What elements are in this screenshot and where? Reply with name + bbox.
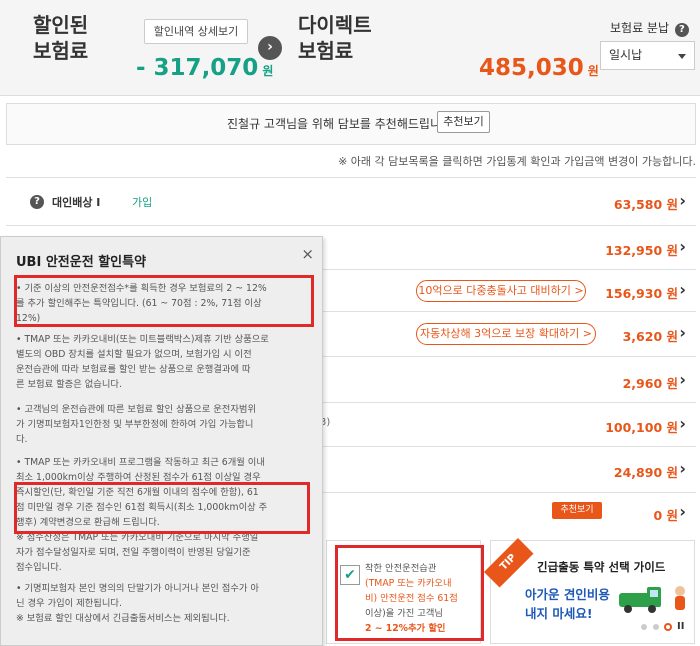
recommend-button[interactable]: 추천보기 — [437, 111, 490, 133]
popup-paragraph: • TMAP 또는 카카오내비(또는 미트블랙박스)제휴 기반 상품으로 별도의… — [16, 332, 312, 392]
arrow-right-icon: › — [258, 36, 282, 60]
chevron-right-icon: › — [679, 323, 686, 342]
popup-line: 가 기명피보험자1인한정 및 부부한정에 한하여 가입 가능합니 — [16, 419, 254, 430]
carousel-dot-active[interactable] — [664, 623, 672, 631]
recommend-pill[interactable]: 10억으로 다중충돌사고 대비하기 > — [416, 280, 586, 302]
popup-line: 닌 경우 가입이 제한됩니다. — [16, 598, 122, 609]
popup-line: 점수입니다. — [16, 562, 62, 573]
carousel-dot[interactable] — [653, 624, 659, 630]
coverage-price: 100,100 원 — [605, 420, 678, 435]
discount-amount-unit: 원 — [262, 64, 274, 78]
highlight-box — [14, 482, 310, 534]
coverage-price: 132,950 원 — [605, 243, 678, 258]
guide-title: 긴급출동 특약 선택 가이드 — [537, 560, 666, 574]
payment-label-text: 보험료 분납 — [610, 21, 670, 35]
guide-promo-line1: 아가운 견인비용 — [525, 587, 610, 602]
popup-line: 른 보험료 할증은 없습니다. — [16, 379, 122, 390]
close-icon[interactable]: × — [301, 245, 314, 263]
payment-label: 보험료 분납 ? — [610, 19, 689, 37]
highlight-box — [335, 545, 484, 641]
popup-line: ※ 보험료 할인 대상에서 긴급출동서비스는 제외됩니다. — [16, 613, 230, 624]
help-icon[interactable]: ? — [674, 23, 689, 37]
direct-premium-label: 다이렉트 보험료 — [298, 12, 372, 64]
popup-line: • 기명피보험자 본인 명의의 단말기가 아니거나 본인 점수가 아 — [16, 583, 259, 594]
popup-line: 운전습관에 따라 보험료를 할인 받는 상품으로 운행결과에 따 — [16, 364, 251, 375]
recommend-bar: 진철규 고객님을 위해 담보를 추천해드립니다. — [6, 103, 696, 145]
chevron-right-icon: › — [679, 459, 686, 478]
chevron-right-icon: › — [679, 280, 686, 299]
carousel-dot[interactable] — [641, 624, 647, 630]
popup-line: • TMAP 또는 카카오내비 프로그램을 작동하고 최근 6개월 이내 — [16, 457, 265, 468]
discount-label-line2: 보험료 — [33, 39, 89, 63]
payment-selected-value: 일시납 — [609, 48, 643, 62]
direct-amount-value: 485,030 — [479, 55, 584, 81]
popup-paragraph: • 기명피보험자 본인 명의의 단말기가 아니거나 본인 점수가 아 닌 경우 … — [16, 581, 312, 626]
popup-paragraph: • 고객님의 운전습관에 따른 보험료 할인 상품으로 운전자범위 가 기명피보… — [16, 402, 312, 447]
tow-truck-icon — [619, 587, 661, 613]
help-icon[interactable]: ? — [30, 195, 44, 209]
coverage-name: 대인배상 I — [52, 196, 101, 209]
popup-line: • 고객님의 운전습관에 따른 보험료 할인 상품으로 운전자범위 — [16, 404, 256, 415]
coverage-price: 24,890 원 — [613, 465, 678, 480]
guide-promo: 아가운 견인비용 내지 마세요! — [525, 584, 610, 622]
discount-amount-value: - 317,070 — [136, 55, 259, 81]
highlight-box — [14, 275, 314, 327]
coverage-price: 2,960 원 — [622, 376, 678, 391]
direct-label-line2: 보험료 — [298, 39, 354, 63]
discount-label-line1: 할인된 — [33, 13, 89, 37]
recommend-pill[interactable]: 자동차상해 3억으로 보장 확대하기 > — [416, 323, 596, 345]
coverage-price: 63,580 원 — [613, 197, 678, 212]
payment-select[interactable]: 일시납 — [600, 41, 695, 70]
direct-amount-unit: 원 — [587, 64, 599, 78]
recommend-view-button[interactable]: 추천보기 — [552, 502, 602, 519]
chevron-down-icon — [678, 54, 686, 59]
pause-icon[interactable]: II — [677, 621, 684, 632]
popup-line: 별도의 OBD 장치를 설치할 필요가 없으며, 보험가입 시 이전 — [16, 349, 252, 360]
discount-detail-button[interactable]: 할인내역 상세보기 — [144, 19, 248, 44]
coverage-note: ※ 아래 각 담보목록을 클릭하면 가입통계 확인과 가입금액 변경이 가능합니… — [338, 155, 696, 168]
popup-line: • TMAP 또는 카카오내비(또는 미트블랙박스)제휴 기반 상품으로 — [16, 334, 269, 345]
discount-amount: - 317,070 원 — [136, 55, 273, 81]
coverage-price: 0 원 — [653, 508, 678, 523]
guide-promo-line2: 내지 마세요! — [525, 606, 593, 621]
chevron-right-icon: › — [679, 414, 686, 433]
recommend-text: 진철규 고객님을 위해 담보를 추천해드립니다. — [227, 117, 456, 131]
chevron-right-icon: › — [679, 502, 686, 521]
coverage-row[interactable]: ? 대인배상 I 가입 63,580 원 › — [6, 177, 696, 225]
popup-title: UBI 안전운전 할인특약 — [16, 255, 147, 270]
direct-amount: 485,030 원 — [479, 55, 599, 81]
direct-label-line1: 다이렉트 — [298, 13, 372, 37]
chevron-right-icon: › — [679, 370, 686, 389]
coverage-status: 가입 — [132, 196, 153, 209]
discounted-premium-label: 할인된 보험료 — [33, 12, 88, 64]
popup-line: 자가 점수달성일자로 되며, 전일 주행이력이 반영된 당일기준 — [16, 547, 251, 558]
chevron-right-icon: › — [679, 191, 686, 210]
ubi-discount-popup: UBI 안전운전 할인특약 × • 기준 이상의 안전운전점수*를 획득한 경우… — [0, 236, 323, 646]
chevron-right-icon: › — [679, 237, 686, 256]
popup-line: 다. — [16, 434, 28, 445]
coverage-price: 3,620 원 — [622, 329, 678, 344]
person-icon — [675, 586, 685, 610]
coverage-price: 156,930 원 — [605, 286, 678, 301]
